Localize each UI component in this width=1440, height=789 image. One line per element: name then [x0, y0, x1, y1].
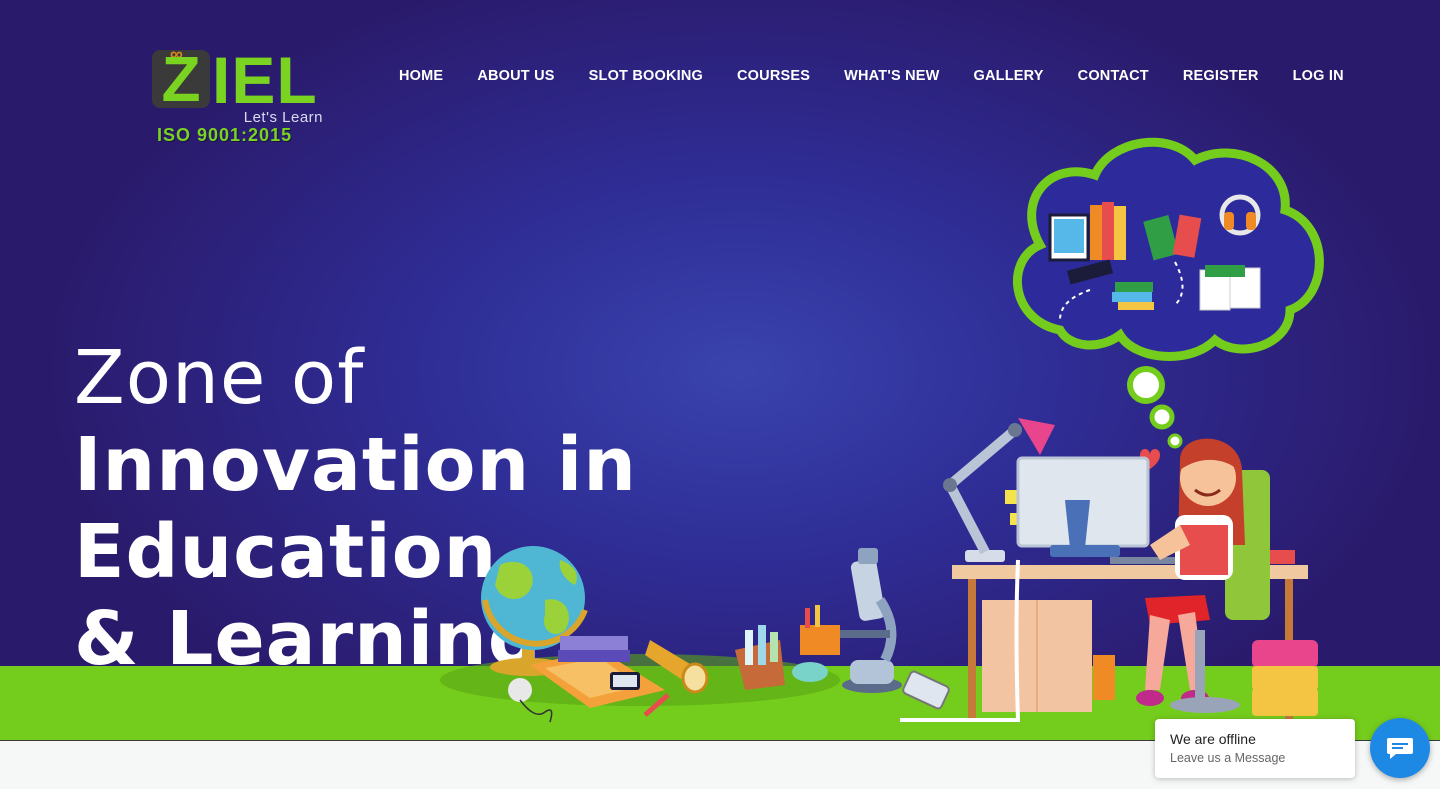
chat-bubble-icon	[1387, 738, 1413, 759]
hero-headline: Zone of Innovation in Education & Learni…	[74, 335, 954, 683]
hero-banner: ∞ Z IEL Let's Learn ISO 9001:2015 HOME A…	[0, 0, 1440, 740]
site-logo[interactable]: ∞ Z IEL Let's Learn ISO 9001:2015	[150, 43, 330, 150]
desk-lamp-icon	[943, 418, 1055, 562]
logo-z: Z	[161, 43, 201, 115]
nav-whats-new[interactable]: WHAT'S NEW	[827, 62, 956, 90]
hero-line-1: Zone of	[74, 335, 365, 421]
chat-status: We are offline	[1170, 731, 1256, 747]
thought-cloud	[1013, 137, 1324, 449]
nav-log-in[interactable]: LOG IN	[1276, 62, 1361, 90]
iso-certification: ISO 9001:2015	[157, 125, 293, 145]
hero-line-2: Innovation in Education	[74, 422, 637, 595]
nav-slot-booking[interactable]: SLOT BOOKING	[572, 62, 720, 90]
nav-contact[interactable]: CONTACT	[1061, 62, 1166, 90]
nav-courses[interactable]: COURSES	[720, 62, 827, 90]
main-nav: HOME ABOUT US SLOT BOOKING COURSES WHAT'…	[382, 62, 1361, 90]
nav-register[interactable]: REGISTER	[1166, 62, 1276, 90]
nav-gallery[interactable]: GALLERY	[957, 62, 1061, 90]
chat-offline-card[interactable]: We are offline Leave us a Message	[1155, 719, 1355, 778]
chat-prompt: Leave us a Message	[1170, 751, 1286, 765]
logo-tagline: Let's Learn	[243, 109, 323, 126]
chat-launcher-button[interactable]	[1370, 718, 1430, 778]
nav-home[interactable]: HOME	[382, 62, 460, 90]
nav-about-us[interactable]: ABOUT US	[460, 62, 571, 90]
logo-wordmark: IEL	[212, 43, 318, 117]
